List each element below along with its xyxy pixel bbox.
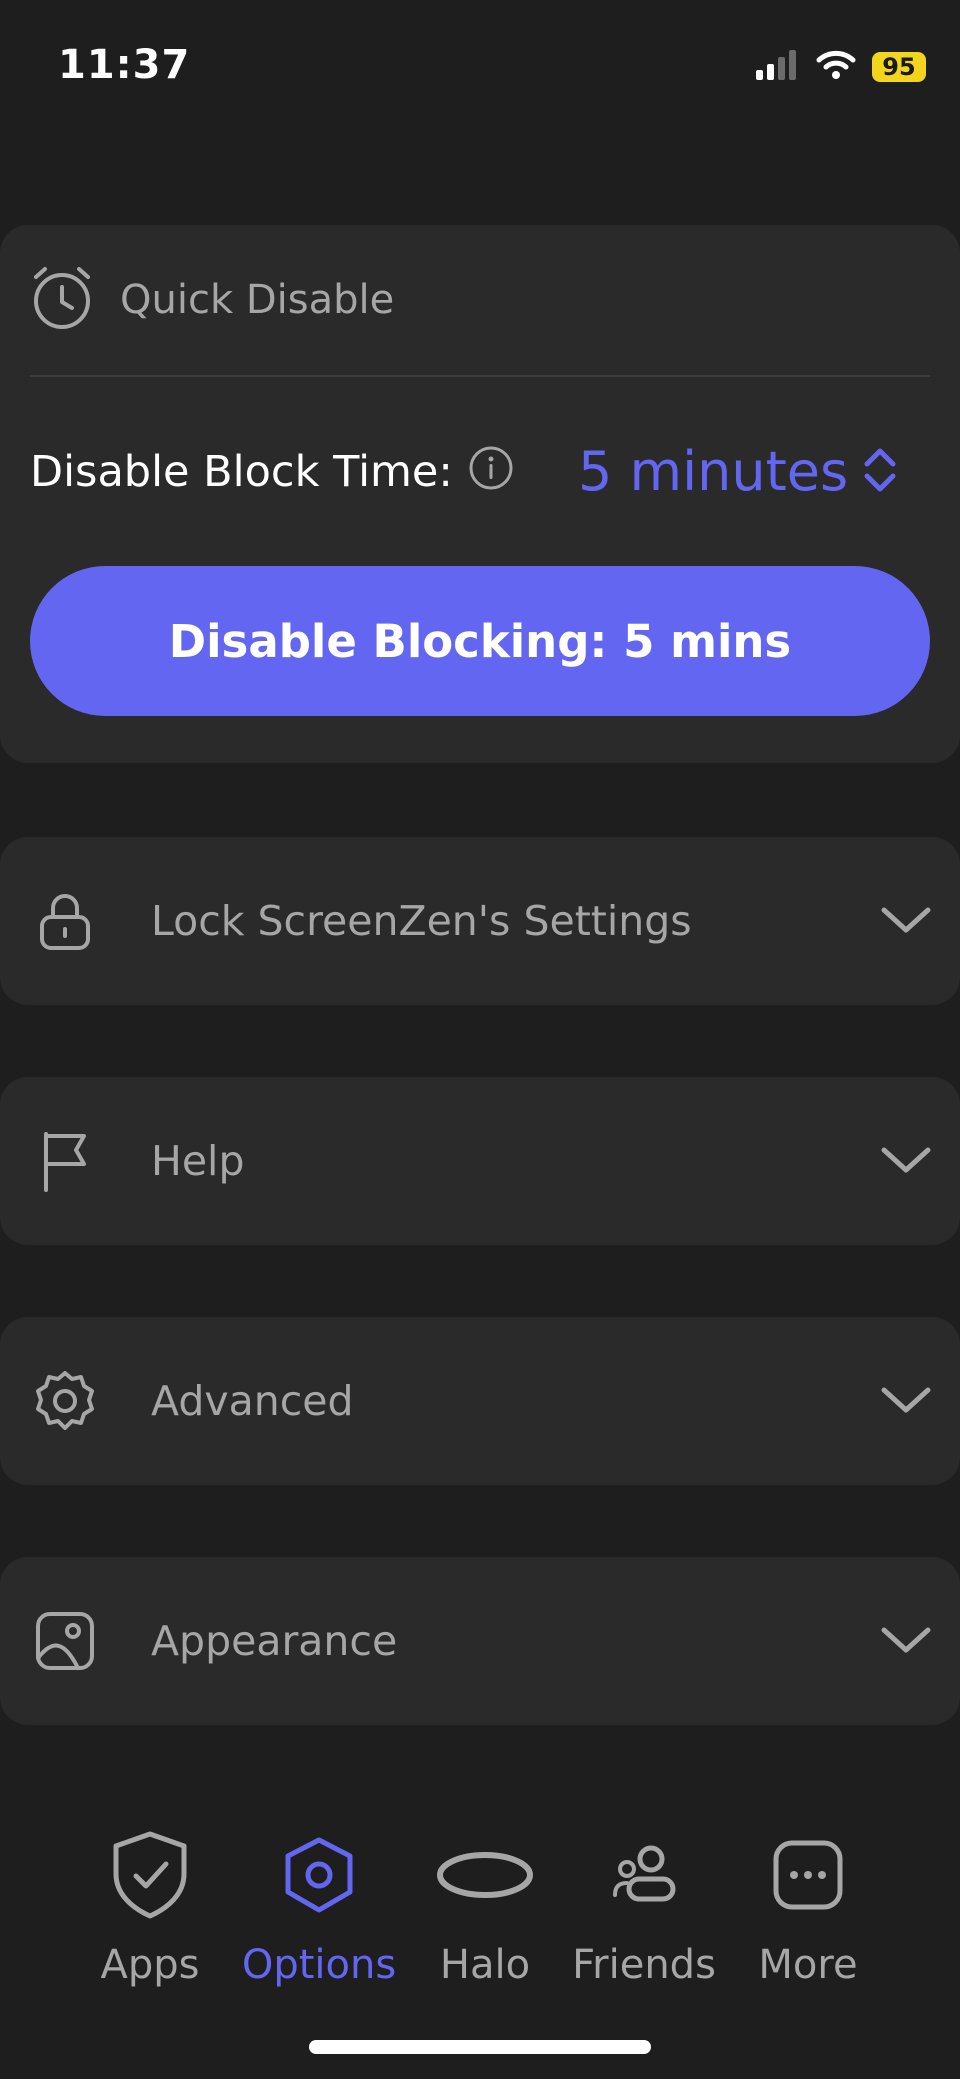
tab-halo-label: Halo xyxy=(439,1942,531,1988)
lock-icon xyxy=(30,886,100,956)
status-bar: 11:37 95 xyxy=(0,0,960,140)
tab-apps[interactable]: Apps xyxy=(65,1830,235,1988)
status-time: 11:37 xyxy=(58,42,191,88)
up-down-chevron-icon xyxy=(862,444,898,500)
halo-ring-icon xyxy=(435,1830,535,1920)
hexagon-settings-icon xyxy=(282,1830,356,1920)
flag-icon xyxy=(30,1126,100,1196)
more-dots-icon xyxy=(772,1830,844,1920)
info-icon[interactable] xyxy=(468,445,514,495)
image-icon xyxy=(30,1606,100,1676)
tab-more[interactable]: More xyxy=(723,1830,893,1988)
appearance-label: Appearance xyxy=(151,1617,398,1665)
gear-icon xyxy=(30,1366,100,1436)
lock-settings-label: Lock ScreenZen's Settings xyxy=(151,897,692,945)
chevron-down-icon xyxy=(880,1144,932,1178)
chevron-down-icon xyxy=(880,904,932,938)
help-section[interactable]: Help xyxy=(0,1077,960,1245)
advanced-label: Advanced xyxy=(151,1377,354,1425)
help-label: Help xyxy=(151,1137,245,1185)
block-time-value: 5 minutes xyxy=(578,440,849,503)
advanced-section[interactable]: Advanced xyxy=(0,1317,960,1485)
tab-friends[interactable]: Friends xyxy=(559,1830,729,1988)
chevron-down-icon xyxy=(880,1624,932,1658)
tab-apps-label: Apps xyxy=(100,1942,200,1988)
appearance-section[interactable]: Appearance xyxy=(0,1557,960,1725)
tab-options[interactable]: Options xyxy=(234,1830,404,1988)
tab-halo[interactable]: Halo xyxy=(400,1830,570,1988)
disable-blocking-button[interactable]: Disable Blocking: 5 mins xyxy=(30,566,930,716)
cellular-signal-icon xyxy=(756,50,800,84)
alarm-clock-icon xyxy=(30,265,94,335)
disable-block-time-label: Disable Block Time: xyxy=(30,447,453,497)
tab-bar: Apps Options Halo Friends More xyxy=(0,1800,960,2079)
tab-friends-label: Friends xyxy=(572,1942,716,1988)
quick-disable-title: Quick Disable xyxy=(120,277,395,323)
shield-check-icon xyxy=(110,1830,190,1920)
tab-more-label: More xyxy=(758,1942,858,1988)
wifi-icon xyxy=(816,50,856,84)
tab-options-label: Options xyxy=(241,1942,397,1988)
home-indicator xyxy=(309,2040,651,2054)
divider xyxy=(30,375,930,377)
battery-indicator: 95 xyxy=(872,52,926,82)
status-icons: 95 xyxy=(756,50,926,84)
block-time-picker[interactable]: 5 minutes xyxy=(578,440,898,503)
friends-icon xyxy=(609,1830,679,1920)
lock-settings-section[interactable]: Lock ScreenZen's Settings xyxy=(0,837,960,1005)
quick-disable-header: Quick Disable xyxy=(30,265,394,335)
chevron-down-icon xyxy=(880,1384,932,1418)
